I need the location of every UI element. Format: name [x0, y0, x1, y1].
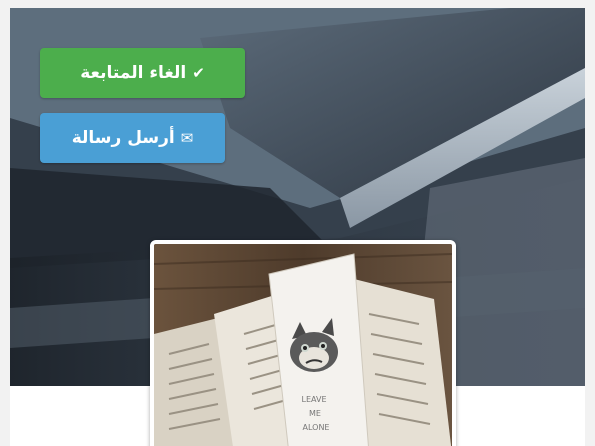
profile-card: ✔ الغاء المتابعة ✉ أرسل رسالة LEAVE ME A…	[0, 0, 595, 446]
envelope-icon: ✉	[180, 128, 194, 147]
send-message-label: أرسل رسالة	[71, 128, 175, 148]
svg-text:ALONE: ALONE	[303, 423, 330, 432]
check-icon: ✔	[192, 63, 205, 82]
svg-text:ME: ME	[309, 409, 321, 418]
avatar[interactable]: LEAVE ME ALONE	[150, 240, 456, 446]
unfollow-label: الغاء المتابعة	[80, 63, 187, 83]
unfollow-button[interactable]: ✔ الغاء المتابعة	[40, 48, 245, 98]
svg-text:LEAVE: LEAVE	[302, 395, 327, 404]
send-message-button[interactable]: ✉ أرسل رسالة	[40, 113, 225, 163]
